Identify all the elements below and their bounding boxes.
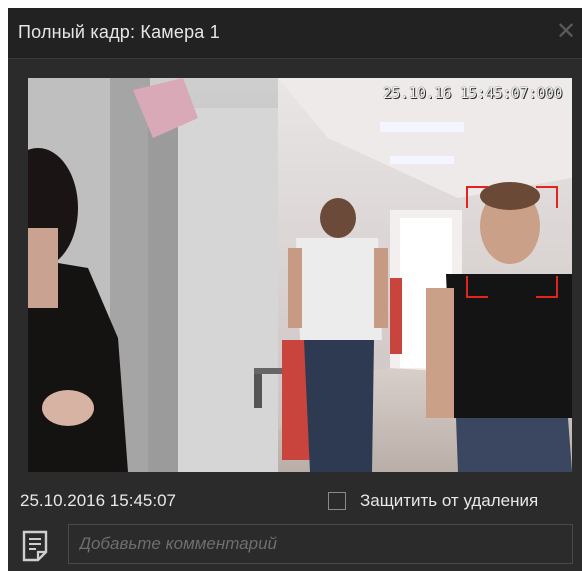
frame-datetime: 25.10.2016 15:45:07 <box>20 491 176 510</box>
window-title: Полный кадр: Камера 1 <box>18 22 220 42</box>
note-icon[interactable] <box>22 530 48 562</box>
protect-checkbox[interactable] <box>328 492 346 510</box>
comment-input[interactable] <box>68 524 573 564</box>
full-frame-dialog: Полный кадр: Камера 1 ✕ 25.10.16 15:45:0… <box>8 8 582 571</box>
camera-frame-image: 25.10.16 15:45:07:000 <box>28 78 572 472</box>
protect-label: Защитить от удаления <box>360 491 539 510</box>
frame-timestamp-overlay: 25.10.16 15:45:07:000 <box>382 84 563 102</box>
face-detection-box <box>466 186 558 298</box>
close-icon[interactable]: ✕ <box>552 18 580 46</box>
title-bar: Полный кадр: Камера 1 ✕ <box>8 8 582 59</box>
protect-from-deletion-toggle[interactable]: Защитить от удаления <box>328 489 538 513</box>
